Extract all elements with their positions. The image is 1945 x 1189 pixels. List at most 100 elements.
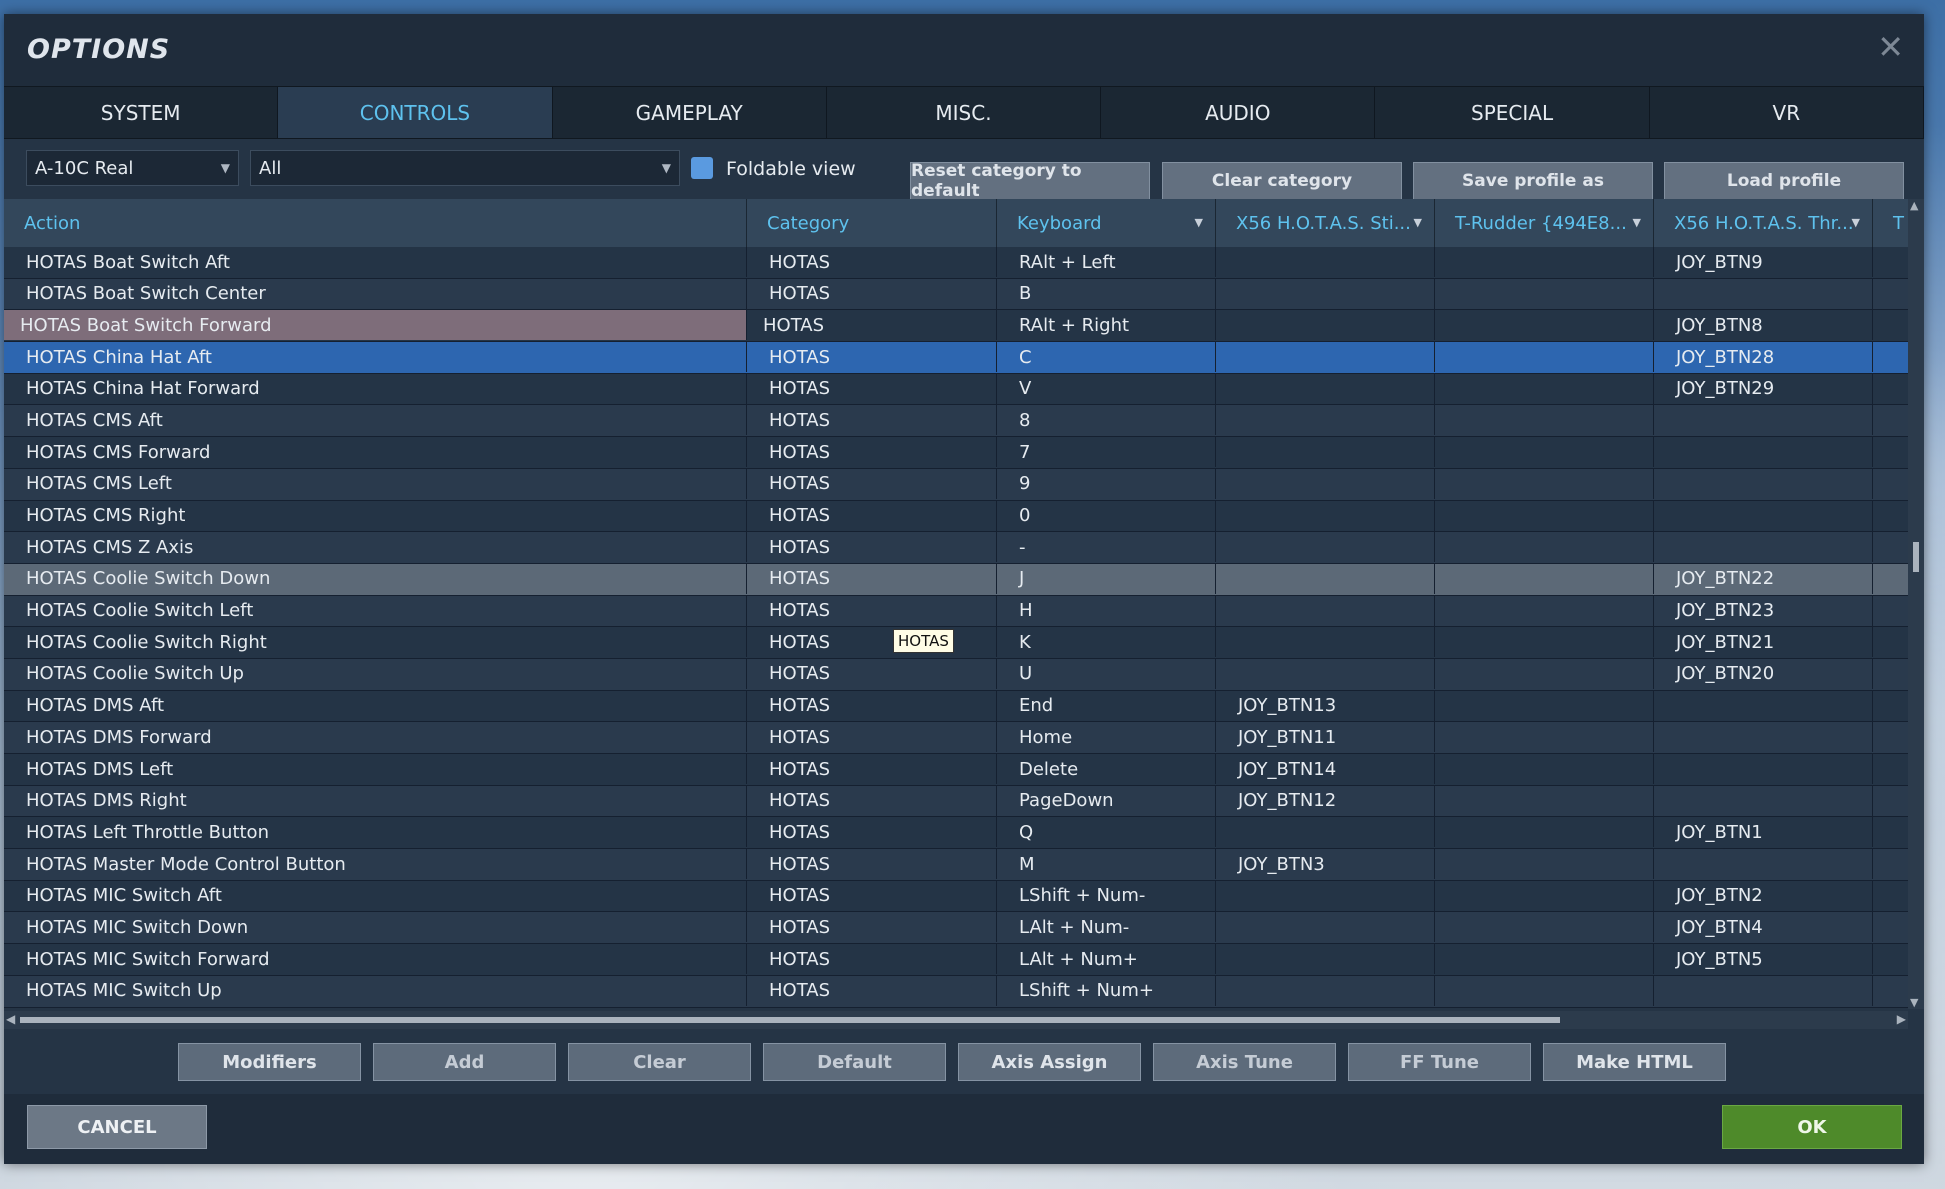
cell-stick[interactable] (1216, 658, 1435, 689)
close-icon[interactable]: ✕ (1877, 28, 1904, 66)
cell-stick[interactable]: JOY_BTN13 (1216, 690, 1435, 721)
cell-throttle[interactable] (1654, 849, 1873, 880)
cell-throttle[interactable]: JOY_BTN4 (1654, 912, 1873, 943)
cell-throttle[interactable]: JOY_BTN2 (1654, 880, 1873, 911)
cell-action[interactable]: HOTAS CMS Aft (4, 405, 747, 436)
column-header-action[interactable]: Action (4, 199, 747, 247)
tab-special[interactable]: SPECIAL (1375, 87, 1650, 138)
table-row[interactable]: HOTAS Left Throttle Button HOTAS Q JOY_BTN1 (4, 817, 1908, 850)
cell-stick[interactable] (1216, 975, 1435, 1006)
save-profile-button[interactable]: Save profile as (1413, 162, 1653, 200)
cell-category[interactable]: HOTAS (747, 468, 997, 499)
cell-category[interactable]: HOTAS (747, 880, 997, 911)
cell-keyboard[interactable]: Home (997, 722, 1216, 753)
scroll-left-icon[interactable]: ◀ (6, 1012, 15, 1026)
cell-throttle[interactable] (1654, 437, 1873, 468)
cell-action[interactable]: HOTAS China Hat Forward (4, 373, 747, 404)
cell-throttle[interactable] (1654, 754, 1873, 784)
cell-rudder[interactable] (1435, 817, 1654, 848)
table-row[interactable]: HOTAS CMS Left HOTAS 9 (4, 468, 1908, 501)
cell-action[interactable]: HOTAS MIC Switch Up (4, 975, 747, 1006)
ok-button[interactable]: OK (1722, 1105, 1902, 1149)
cell-throttle[interactable] (1654, 405, 1873, 436)
table-row[interactable]: HOTAS DMS Left HOTAS Delete JOY_BTN14 (4, 754, 1908, 786)
cell-stick[interactable] (1216, 912, 1435, 943)
cell-stick[interactable]: JOY_BTN14 (1216, 754, 1435, 784)
cell-rudder[interactable] (1435, 944, 1654, 975)
cell-keyboard[interactable]: 7 (997, 437, 1216, 468)
tab-audio[interactable]: AUDIO (1101, 87, 1376, 138)
table-row[interactable]: HOTAS Master Mode Control Button HOTAS M JO… (4, 849, 1908, 881)
cell-throttle[interactable] (1654, 468, 1873, 499)
cell-extra[interactable] (1873, 532, 1908, 562)
cell-rudder[interactable] (1435, 785, 1654, 816)
cell-keyboard[interactable]: U (997, 658, 1216, 689)
cell-action[interactable]: HOTAS MIC Switch Forward (4, 944, 747, 975)
cell-category[interactable]: HOTAS (747, 627, 997, 658)
cell-keyboard[interactable]: 0 (997, 500, 1216, 531)
cell-category[interactable]: HOTAS (747, 437, 997, 468)
cell-extra[interactable] (1873, 596, 1908, 626)
cell-rudder[interactable] (1435, 849, 1654, 880)
add-button[interactable]: Add (373, 1043, 556, 1081)
cell-keyboard[interactable]: LShift + Num+ (997, 975, 1216, 1006)
cell-throttle[interactable] (1654, 722, 1873, 753)
cell-rudder[interactable] (1435, 437, 1654, 468)
cell-rudder[interactable] (1435, 247, 1654, 277)
vertical-scrollbar[interactable]: ▲ ▼ (1908, 199, 1924, 1009)
cell-category[interactable]: HOTAS (747, 595, 997, 626)
cell-stick[interactable] (1216, 342, 1435, 373)
cell-rudder[interactable] (1435, 468, 1654, 499)
cell-stick[interactable]: JOY_BTN12 (1216, 785, 1435, 816)
cell-stick[interactable] (1216, 373, 1435, 404)
cell-keyboard[interactable]: H (997, 595, 1216, 626)
cell-keyboard[interactable]: Delete (997, 754, 1216, 784)
load-profile-button[interactable]: Load profile (1664, 162, 1904, 200)
cell-category[interactable]: HOTAS (747, 500, 997, 531)
modifiers-button[interactable]: Modifiers (178, 1043, 361, 1081)
cell-keyboard[interactable]: End (997, 690, 1216, 721)
cell-rudder[interactable] (1435, 690, 1654, 721)
cell-rudder[interactable] (1435, 373, 1654, 404)
cell-stick[interactable]: JOY_BTN11 (1216, 722, 1435, 753)
cell-extra[interactable] (1873, 912, 1908, 942)
cell-rudder[interactable] (1435, 342, 1654, 373)
cell-category[interactable]: HOTAS (747, 310, 997, 341)
cell-stick[interactable] (1216, 310, 1435, 341)
cell-throttle[interactable] (1654, 690, 1873, 721)
cell-extra[interactable] (1873, 754, 1908, 784)
cell-keyboard[interactable]: Q (997, 817, 1216, 848)
cell-keyboard[interactable]: PageDown (997, 785, 1216, 816)
cell-category[interactable]: HOTAS (747, 658, 997, 689)
cell-stick[interactable]: JOY_BTN3 (1216, 849, 1435, 880)
cell-category[interactable]: HOTAS (747, 912, 997, 943)
column-header-category[interactable]: Category (747, 199, 997, 247)
cell-rudder[interactable] (1435, 278, 1654, 309)
cell-rudder[interactable] (1435, 627, 1654, 658)
table-row[interactable]: HOTAS Boat Switch Forward HOTAS RAlt + Rig… (4, 310, 1908, 343)
table-row[interactable]: HOTAS Boat Switch Center HOTAS B (4, 278, 1908, 311)
cell-action[interactable]: HOTAS CMS Forward (4, 437, 747, 468)
cell-extra[interactable] (1873, 501, 1908, 531)
cell-rudder[interactable] (1435, 310, 1654, 341)
aircraft-select[interactable]: A-10C Real ▼ (26, 150, 239, 186)
cell-action[interactable]: HOTAS Coolie Switch Down (4, 563, 747, 594)
cell-extra[interactable] (1873, 722, 1908, 752)
cell-throttle[interactable] (1654, 785, 1873, 816)
cell-stick[interactable] (1216, 817, 1435, 848)
default-button[interactable]: Default (763, 1043, 946, 1081)
cell-action[interactable]: HOTAS Master Mode Control Button (4, 849, 747, 880)
cell-category[interactable]: HOTAS (747, 785, 997, 816)
cell-category[interactable]: HOTAS (747, 944, 997, 975)
column-header-extra[interactable]: T (1873, 199, 1908, 247)
cell-category[interactable]: HOTAS (747, 532, 997, 563)
table-row[interactable]: HOTAS CMS Z Axis HOTAS - (4, 532, 1908, 564)
tab-system[interactable]: SYSTEM (4, 87, 279, 138)
cell-action[interactable]: HOTAS Boat Switch Aft (4, 247, 747, 277)
cell-stick[interactable] (1216, 247, 1435, 277)
cell-keyboard[interactable]: RAlt + Left (997, 247, 1216, 277)
cell-extra[interactable] (1873, 279, 1908, 309)
cell-throttle[interactable]: JOY_BTN5 (1654, 944, 1873, 975)
cell-throttle[interactable]: JOY_BTN20 (1654, 658, 1873, 689)
cell-category[interactable]: HOTAS (747, 278, 997, 309)
